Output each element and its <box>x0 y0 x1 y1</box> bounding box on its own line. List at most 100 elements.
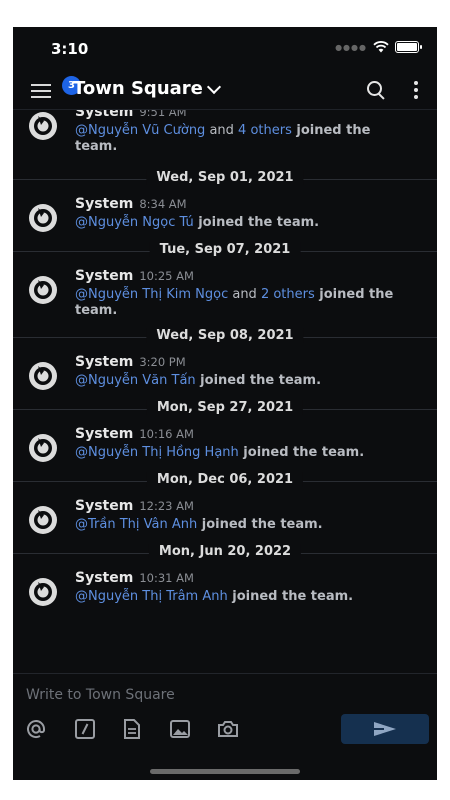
status-bar: 3:10 ●●●● <box>13 27 437 75</box>
post-meta: System 10:31 AM <box>75 570 417 586</box>
post-message: @Nguyễn Thị Kim Ngọc and 2 others joined… <box>75 287 417 319</box>
channel-title-button[interactable]: Town Square <box>73 78 221 99</box>
cellular-signal-icon: ●●●● <box>335 42 367 52</box>
file-icon[interactable] <box>121 718 143 740</box>
post-text: joined the team. <box>193 215 320 230</box>
message-composer: Write to Town Square <box>13 673 437 780</box>
send-icon-notch <box>374 728 384 730</box>
channel-title: Town Square <box>73 78 203 99</box>
user-mention-link[interactable]: @Trần Thị Vân Anh <box>75 517 197 532</box>
system-avatar-icon <box>27 110 59 142</box>
post-message: @Nguyễn Ngọc Tú joined the team. <box>75 215 417 231</box>
post-time: 8:34 AM <box>139 197 187 211</box>
post-time: 10:31 AM <box>139 571 194 585</box>
date-label: Wed, Sep 08, 2021 <box>146 328 304 343</box>
camera-icon[interactable] <box>217 718 239 740</box>
user-mention-link[interactable]: @Nguyễn Ngọc Tú <box>75 215 194 230</box>
status-icons: ●●●● <box>335 41 422 53</box>
date-separator: Wed, Sep 01, 2021 <box>13 165 437 193</box>
hamburger-line <box>31 96 51 98</box>
hamburger-icon <box>31 84 51 86</box>
user-mention-link[interactable]: @Nguyễn Thị Hồng Hạnh <box>75 445 239 460</box>
post: System 9:51 AM @Nguyễn Vũ Cường and 4 ot… <box>13 110 437 155</box>
status-time: 3:10 <box>51 40 89 58</box>
post-meta: System 12:23 AM <box>75 498 417 514</box>
sidebar-menu-button[interactable]: 3 <box>31 76 81 102</box>
post-meta: System 8:34 AM <box>75 196 417 212</box>
date-label: Mon, Jun 20, 2022 <box>148 544 302 559</box>
post-text: joined the team. <box>227 589 354 604</box>
post-sender: System <box>75 426 134 442</box>
system-avatar-icon <box>27 360 59 392</box>
post-message: @Nguyễn Văn Tấn joined the team. <box>75 373 417 389</box>
date-label: Tue, Sep 07, 2021 <box>149 242 301 257</box>
user-mention-link[interactable]: @Nguyễn Thị Kim Ngọc <box>75 287 228 302</box>
post-message: @Nguyễn Thị Trâm Anh joined the team. <box>75 589 417 605</box>
kebab-dot <box>414 95 418 99</box>
post-meta: System 10:16 AM <box>75 426 417 442</box>
kebab-dot <box>414 88 418 92</box>
post-message: @Trần Thị Vân Anh joined the team. <box>75 517 417 533</box>
post-sender: System <box>75 570 134 586</box>
post: System 12:23 AM @Trần Thị Vân Anh joined… <box>13 498 437 536</box>
user-mention-link[interactable]: @Nguyễn Thị Trâm Anh <box>75 589 228 604</box>
post-time: 12:23 AM <box>139 499 194 513</box>
more-options-button[interactable] <box>408 79 424 101</box>
system-avatar-icon <box>27 432 59 464</box>
post: System 10:16 AM @Nguyễn Thị Hồng Hạnh jo… <box>13 426 437 464</box>
date-label: Wed, Sep 01, 2021 <box>146 170 304 185</box>
post-message: @Nguyễn Thị Hồng Hạnh joined the team. <box>75 445 417 461</box>
post-sender: System <box>75 110 134 120</box>
wifi-icon <box>373 41 389 53</box>
date-label: Mon, Sep 27, 2021 <box>146 400 304 415</box>
system-avatar-icon <box>27 504 59 536</box>
kebab-menu-icon <box>414 81 418 85</box>
post-message: @Nguyễn Vũ Cường and 4 others joined the… <box>75 123 417 155</box>
post-text: and <box>205 123 239 138</box>
date-label: Mon, Dec 06, 2021 <box>146 472 304 487</box>
post-time: 3:20 PM <box>139 355 186 369</box>
post-meta: System 9:51 AM <box>75 110 417 120</box>
search-button[interactable] <box>365 79 387 101</box>
post-text: joined the team. <box>238 445 365 460</box>
post-sender: System <box>75 268 134 284</box>
date-separator: Wed, Sep 08, 2021 <box>13 323 437 351</box>
system-avatar-icon <box>27 274 59 306</box>
chevron-down-icon <box>206 79 221 94</box>
post-text: and <box>228 287 261 302</box>
post-text: joined the team. <box>195 373 322 388</box>
post-sender: System <box>75 196 134 212</box>
system-avatar-icon <box>27 202 59 234</box>
slash-command-icon[interactable] <box>74 718 96 740</box>
post: System 10:25 AM @Nguyễn Thị Kim Ngọc and… <box>13 268 437 319</box>
message-feed[interactable]: System 9:51 AM @Nguyễn Vũ Cường and 4 ot… <box>13 110 437 671</box>
image-icon[interactable] <box>169 718 191 740</box>
at-mention-icon[interactable] <box>25 718 47 740</box>
send-button[interactable] <box>341 714 429 744</box>
user-mention-link[interactable]: @Nguyễn Vũ Cường <box>75 123 205 138</box>
app-screen: 3:10 ●●●● 3 Town Square System 9:51 AM @… <box>13 27 437 780</box>
search-icon-handle <box>378 93 385 100</box>
post: System 8:34 AM @Nguyễn Ngọc Tú joined th… <box>13 196 437 234</box>
post-sender: System <box>75 498 134 514</box>
others-link[interactable]: 4 others <box>238 123 292 138</box>
date-separator: Mon, Sep 27, 2021 <box>13 395 437 423</box>
hamburger-line <box>31 90 51 92</box>
date-separator: Mon, Dec 06, 2021 <box>13 467 437 495</box>
date-separator: Tue, Sep 07, 2021 <box>13 237 437 265</box>
message-input[interactable]: Write to Town Square <box>26 687 175 703</box>
post-time: 9:51 AM <box>139 110 187 119</box>
others-link[interactable]: 2 others <box>261 287 315 302</box>
user-mention-link[interactable]: @Nguyễn Văn Tấn <box>75 373 196 388</box>
battery-icon <box>395 41 422 53</box>
home-indicator[interactable] <box>150 769 300 774</box>
system-avatar-icon <box>27 576 59 608</box>
post-meta: System 10:25 AM <box>75 268 417 284</box>
post: System 3:20 PM @Nguyễn Văn Tấn joined th… <box>13 354 437 392</box>
post-sender: System <box>75 354 134 370</box>
channel-header: 3 Town Square <box>13 75 437 110</box>
post: System 10:31 AM @Nguyễn Thị Trâm Anh joi… <box>13 570 437 608</box>
post-meta: System 3:20 PM <box>75 354 417 370</box>
post-text: joined the team. <box>197 517 323 532</box>
date-separator: Mon, Jun 20, 2022 <box>13 539 437 567</box>
